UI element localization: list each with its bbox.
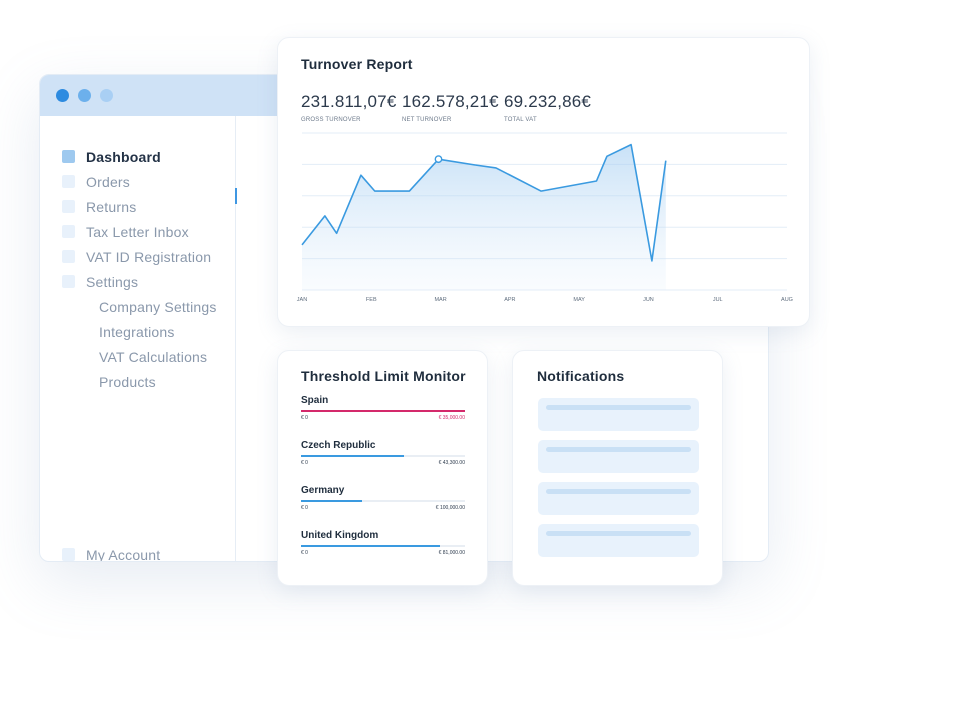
chart-x-tick-label: MAR xyxy=(434,297,446,303)
notification-placeholder-line xyxy=(546,531,691,536)
sidebar-item-label: Tax Letter Inbox xyxy=(86,223,189,240)
inbox-icon xyxy=(62,225,75,238)
window-minimize-dot[interactable] xyxy=(78,89,91,102)
threshold-min: € 0 xyxy=(301,415,308,421)
window-maximize-dot[interactable] xyxy=(100,89,113,102)
orders-icon xyxy=(62,175,75,188)
dashboard-icon xyxy=(62,150,75,163)
chart-x-tick-label: AUG xyxy=(781,297,793,303)
sidebar-item-dashboard[interactable]: Dashboard xyxy=(62,144,217,169)
threshold-progress-track xyxy=(301,545,465,547)
threshold-max: € 100,000.00 xyxy=(435,505,465,511)
registration-icon xyxy=(62,250,75,263)
turnover-report-card: Turnover Report 231.811,07€ GROSS TURNOV… xyxy=(277,37,810,327)
sidebar-item-label: Company Settings xyxy=(99,298,217,315)
sidebar-item-settings[interactable]: Settings xyxy=(62,269,217,294)
sidebar-item-company-settings[interactable]: Company Settings xyxy=(62,294,217,319)
sidebar-item-label: Dashboard xyxy=(86,148,161,165)
notification-item[interactable] xyxy=(538,524,699,557)
threshold-min: € 0 xyxy=(301,460,308,466)
chart-x-tick-label: JAN xyxy=(297,297,307,303)
returns-icon xyxy=(62,200,75,213)
notification-placeholder-line xyxy=(546,447,691,452)
country-spain: Spain € 0 € 35,000.00 xyxy=(301,395,465,421)
notification-placeholder-line xyxy=(546,405,691,410)
sidebar-item-label: My Account xyxy=(86,546,161,562)
chart-x-tick-label: APR xyxy=(504,297,515,303)
sidebar-item-label: Products xyxy=(99,373,156,390)
threshold-progress-fill xyxy=(301,410,465,412)
window-close-dot[interactable] xyxy=(56,89,69,102)
threshold-max: € 43,300.00 xyxy=(438,460,465,466)
chart-x-tick-label: JUN xyxy=(643,297,654,303)
sidebar: Dashboard Orders Returns Tax Letter Inbo… xyxy=(40,116,237,562)
country-united-kingdom: United Kingdom € 0 € 81,000.00 xyxy=(301,530,465,556)
country-name: Czech Republic xyxy=(301,440,376,451)
threshold-progress-fill xyxy=(301,500,362,502)
country-name: Spain xyxy=(301,395,329,406)
threshold-progress-track xyxy=(301,410,465,412)
account-icon xyxy=(62,548,75,561)
sidebar-nav: Dashboard Orders Returns Tax Letter Inbo… xyxy=(62,144,217,394)
sidebar-item-orders[interactable]: Orders xyxy=(62,169,217,194)
turnover-chart: JAN FEB MAR APR MAY JUN JUL AUG xyxy=(297,132,793,303)
threshold-max: € 35,000.00 xyxy=(438,415,465,421)
notifications-card: Notifications xyxy=(512,350,723,586)
threshold-min: € 0 xyxy=(301,505,308,511)
chart-x-tick-label: MAY xyxy=(573,297,585,303)
chart-x-tick-label: FEB xyxy=(366,297,377,303)
country-germany: Germany € 0 € 100,000.00 xyxy=(301,485,465,511)
notification-item[interactable] xyxy=(538,440,699,473)
threshold-max: € 81,000.00 xyxy=(438,550,465,556)
sidebar-item-label: VAT Calculations xyxy=(99,348,208,365)
threshold-progress-fill xyxy=(301,545,441,547)
sidebar-item-label: Returns xyxy=(86,198,137,215)
sidebar-item-returns[interactable]: Returns xyxy=(62,194,217,219)
threshold-title: Threshold Limit Monitor xyxy=(301,368,466,384)
chart-x-tick-label: JUL xyxy=(713,297,723,303)
threshold-min: € 0 xyxy=(301,550,308,556)
threshold-limit-card: Threshold Limit Monitor Spain € 0 € 35,0… xyxy=(277,350,488,586)
country-name: Germany xyxy=(301,485,345,496)
sidebar-item-label: Settings xyxy=(86,273,139,290)
chart-highlight-point xyxy=(434,155,443,164)
sidebar-item-products[interactable]: Products xyxy=(62,369,217,394)
notifications-title: Notifications xyxy=(537,368,625,384)
sidebar-item-label: Orders xyxy=(86,173,130,190)
active-indicator xyxy=(235,188,237,204)
sidebar-item-tax-letter-inbox[interactable]: Tax Letter Inbox xyxy=(62,219,217,244)
threshold-progress-track xyxy=(301,455,465,457)
notification-item[interactable] xyxy=(538,398,699,431)
sidebar-item-my-account[interactable]: My Account xyxy=(62,542,161,562)
threshold-progress-track xyxy=(301,500,465,502)
notification-item[interactable] xyxy=(538,482,699,515)
settings-icon xyxy=(62,275,75,288)
notification-placeholder-line xyxy=(546,489,691,494)
sidebar-item-label: VAT ID Registration xyxy=(86,248,212,265)
threshold-progress-fill xyxy=(301,455,405,457)
sidebar-item-label: Integrations xyxy=(99,323,175,340)
sidebar-item-vat-id-registration[interactable]: VAT ID Registration xyxy=(62,244,217,269)
country-czech-republic: Czech Republic € 0 € 43,300.00 xyxy=(301,440,465,466)
sidebar-item-vat-calculations[interactable]: VAT Calculations xyxy=(62,344,217,369)
country-name: United Kingdom xyxy=(301,530,379,541)
sidebar-item-integrations[interactable]: Integrations xyxy=(62,319,217,344)
